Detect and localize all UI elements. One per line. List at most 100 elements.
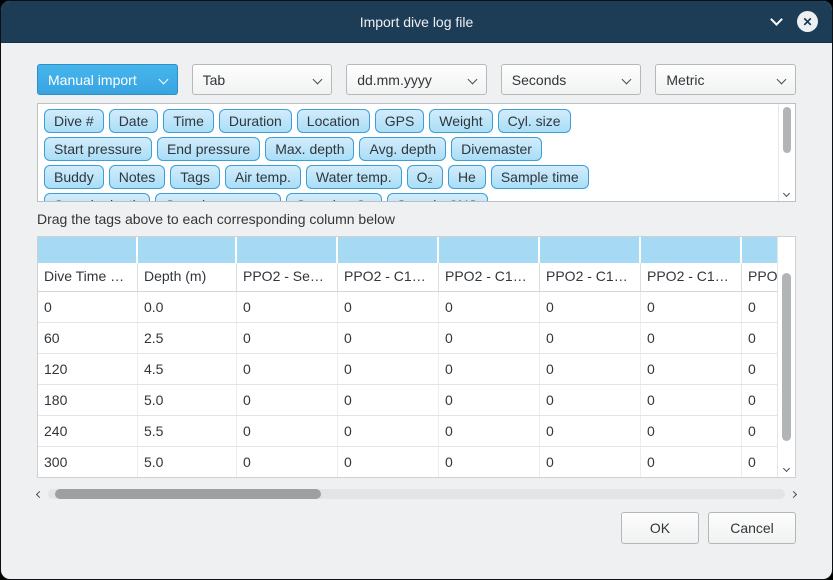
draggable-tag[interactable]: Sample depth [44, 193, 150, 202]
draggable-tag[interactable]: Air temp. [225, 165, 301, 189]
table-cell: 0 [237, 416, 338, 446]
draggable-tag[interactable]: End pressure [157, 137, 260, 161]
drop-target[interactable] [338, 237, 439, 263]
scrollbar-track[interactable] [48, 489, 785, 499]
table-row: 1204.5000000 [38, 354, 795, 385]
draggable-tag[interactable]: Time [163, 109, 214, 133]
table-cell: 0 [641, 323, 742, 353]
import-options-row: Manual import Tab dd.mm.yyyy Seconds Met… [37, 64, 796, 95]
draggable-tag[interactable]: Tags [170, 165, 220, 189]
window-title: Import dive log file [360, 14, 474, 30]
column-header: PPO2 - C1… [338, 263, 439, 291]
draggable-tag[interactable]: O₂ [407, 165, 443, 189]
table-cell: 0 [237, 447, 338, 477]
table-cell: 0 [641, 354, 742, 384]
table-cell: 120 [38, 354, 138, 384]
ok-button[interactable]: OK [621, 512, 699, 544]
table-cell: 0 [338, 292, 439, 322]
draggable-tag[interactable]: Sample CNS [387, 193, 488, 202]
column-header: Depth (m) [138, 263, 237, 291]
scroll-left-icon[interactable] [36, 490, 43, 497]
tagpool-scrollbar[interactable] [778, 104, 795, 201]
draggable-tag[interactable]: GPS [375, 109, 425, 133]
table-row: 00.0000000 [38, 292, 795, 323]
draggable-tag[interactable]: Duration [219, 109, 292, 133]
units-select[interactable]: Metric [655, 64, 796, 95]
draggable-tag[interactable]: Max. depth [265, 137, 354, 161]
scroll-right-icon[interactable] [790, 490, 797, 497]
table-cell: 60 [38, 323, 138, 353]
preview-table: Dive Time …Depth (m)PPO2 - Se…PPO2 - C1…… [37, 236, 796, 478]
drop-target[interactable] [237, 237, 338, 263]
duration-format-select[interactable]: Seconds [501, 64, 642, 95]
table-cell: 0 [540, 323, 641, 353]
combo-value: Tab [203, 72, 226, 88]
import-type-select[interactable]: Manual import [37, 64, 178, 95]
draggable-tag[interactable]: Divemaster [451, 137, 542, 161]
draggable-tag[interactable]: Date [109, 109, 159, 133]
drop-target[interactable] [641, 237, 742, 263]
table-cell: 180 [38, 385, 138, 415]
column-header: PPO2 - C1… [641, 263, 742, 291]
drop-target[interactable] [439, 237, 540, 263]
scrollbar-handle[interactable] [782, 273, 791, 441]
drop-target[interactable] [138, 237, 237, 263]
combo-value: Metric [666, 72, 704, 88]
table-row: 3005.0000000 [38, 447, 795, 478]
table-cell: 0 [641, 447, 742, 477]
scrollbar-handle[interactable] [783, 107, 791, 153]
tag-pool: Dive #DateTimeDurationLocationGPSWeightC… [37, 103, 796, 202]
table-cell: 0 [641, 385, 742, 415]
table-cell: 0 [540, 354, 641, 384]
table-cell: 0 [540, 447, 641, 477]
scroll-down-icon[interactable] [783, 465, 790, 472]
tag-row: Dive #DateTimeDurationLocationGPSWeightC… [44, 109, 773, 133]
draggable-tag[interactable]: Sample pressure [155, 193, 281, 202]
table-cell: 0 [338, 416, 439, 446]
draggable-tag[interactable]: Water temp. [306, 165, 402, 189]
draggable-tag[interactable]: Notes [109, 165, 166, 189]
table-cell: 0 [439, 447, 540, 477]
draggable-tag[interactable]: Buddy [44, 165, 104, 189]
drop-target[interactable] [38, 237, 138, 263]
date-format-select[interactable]: dd.mm.yyyy [346, 64, 487, 95]
drop-target[interactable] [540, 237, 641, 263]
draggable-tag[interactable]: Cyl. size [498, 109, 571, 133]
table-cell: 0 [439, 292, 540, 322]
draggable-tag[interactable]: Location [297, 109, 370, 133]
table-row: 1805.0000000 [38, 385, 795, 416]
chevron-down-icon [313, 75, 323, 85]
draggable-tag[interactable]: Dive # [44, 109, 104, 133]
field-separator-select[interactable]: Tab [192, 64, 333, 95]
column-header: Dive Time … [38, 263, 138, 291]
titlebar[interactable]: Import dive log file ✕ [1, 1, 832, 43]
chevron-down-icon [622, 75, 632, 85]
draggable-tag[interactable]: Avg. depth [359, 137, 446, 161]
table-scrollbar-vertical[interactable] [777, 237, 795, 477]
combo-value: dd.mm.yyyy [357, 72, 432, 88]
chevron-down-icon[interactable] [770, 13, 783, 26]
table-cell: 5.0 [138, 447, 237, 477]
draggable-tag[interactable]: Sample pO₂ [286, 193, 381, 202]
tag-row: Start pressureEnd pressureMax. depthAvg.… [44, 137, 773, 161]
draggable-tag[interactable]: Sample time [491, 165, 589, 189]
table-cell: 0 [338, 354, 439, 384]
table-cell: 0 [237, 354, 338, 384]
draggable-tag[interactable]: Weight [429, 109, 492, 133]
table-cell: 0 [540, 292, 641, 322]
table-cell: 0 [237, 385, 338, 415]
table-cell: 0 [439, 354, 540, 384]
scroll-down-icon[interactable] [783, 190, 790, 197]
cancel-button[interactable]: Cancel [708, 512, 796, 544]
table-cell: 0 [338, 323, 439, 353]
draggable-tag[interactable]: Start pressure [44, 137, 152, 161]
instruction-text: Drag the tags above to each correspondin… [37, 211, 796, 227]
close-icon[interactable]: ✕ [797, 11, 818, 32]
table-row: 2405.5000000 [38, 416, 795, 447]
table-scrollbar-horizontal[interactable] [37, 486, 796, 502]
combo-value: Manual import [48, 72, 137, 88]
scrollbar-handle[interactable] [55, 489, 320, 499]
draggable-tag[interactable]: He [448, 165, 486, 189]
table-cell: 0 [338, 385, 439, 415]
table-cell: 0 [540, 416, 641, 446]
